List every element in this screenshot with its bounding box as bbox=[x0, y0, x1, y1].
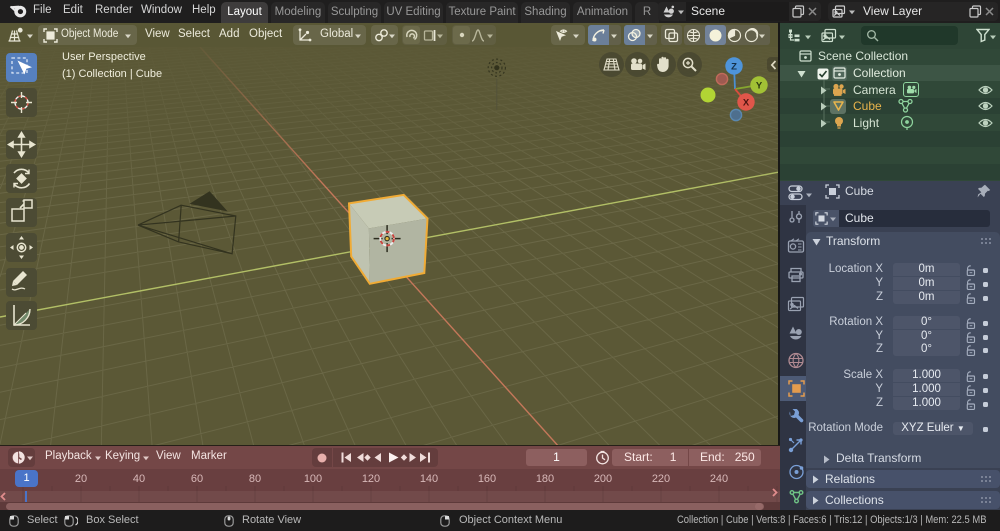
svg-text:X: X bbox=[743, 98, 750, 109]
svg-text:Z: Z bbox=[731, 62, 737, 73]
svg-text:Y: Y bbox=[756, 81, 763, 92]
